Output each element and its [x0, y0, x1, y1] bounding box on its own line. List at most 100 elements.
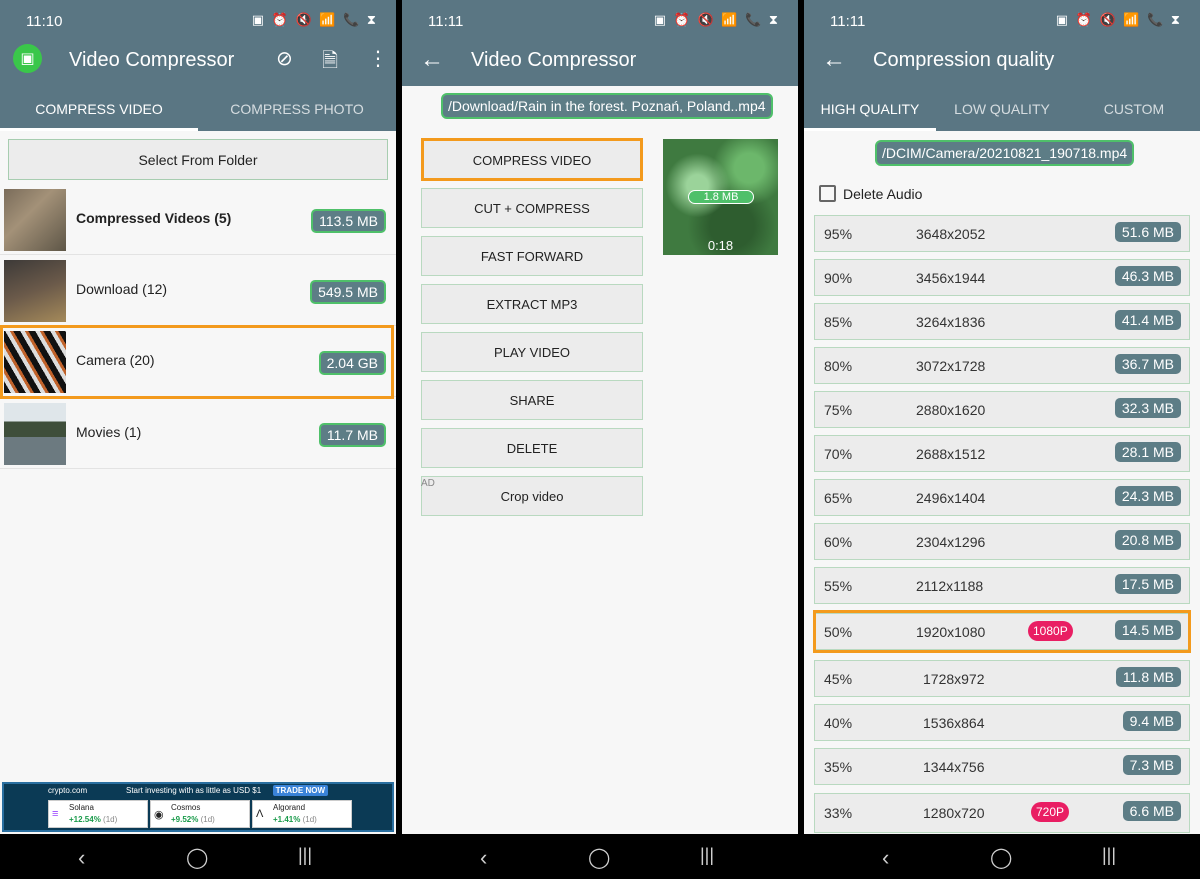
quality-resolution: 2496x1404 — [916, 490, 986, 506]
quality-row[interactable]: 85% 3264x1836 41.4 MB — [814, 303, 1190, 340]
share-button[interactable]: SHARE — [421, 380, 643, 420]
quality-resolution: 2880x1620 — [916, 402, 986, 418]
more-vert-icon[interactable]: ⋮ — [368, 46, 388, 71]
coin-name: Solana — [69, 803, 94, 812]
nav-recents-icon[interactable]: ||| — [298, 845, 312, 866]
status-bar: 11:11 ▣ ⏰ 🔇 📶 📞 ⧗ — [804, 0, 1200, 40]
status-icons: ▣ ⏰ 🔇 📶 📞 ⧗ — [1055, 12, 1182, 27]
quality-resolution: 2112x1188 — [916, 578, 984, 594]
quality-row[interactable]: 80% 3072x1728 36.7 MB — [814, 347, 1190, 384]
tab-bar: HIGH QUALITY LOW QUALITY CUSTOM — [804, 86, 1200, 131]
delete-button[interactable]: DELETE — [421, 428, 643, 468]
nav-back-icon[interactable]: ‹ — [882, 845, 889, 871]
quality-size-badge: 6.6 MB — [1122, 801, 1181, 821]
play-video-button[interactable]: PLAY VIDEO — [421, 332, 643, 372]
quality-row[interactable]: 70% 2688x1512 28.1 MB — [814, 435, 1190, 472]
folder-label: Download (12) — [76, 281, 168, 297]
quality-percent: 85% — [824, 314, 853, 330]
folder-size-badge: 113.5 MB — [311, 209, 386, 233]
tab-high-quality[interactable]: HIGH QUALITY — [804, 101, 936, 117]
algorand-icon: Λ — [256, 808, 264, 820]
quality-resolution: 3648x2052 — [916, 226, 986, 242]
nav-back-icon[interactable]: ‹ — [480, 845, 487, 871]
quality-percent: 60% — [824, 534, 853, 550]
ad-cta-button[interactable]: TRADE NOW — [272, 785, 328, 796]
nav-back-icon[interactable]: ‹ — [78, 845, 85, 871]
app-title: Video Compressor — [471, 49, 637, 71]
delete-audio-checkbox[interactable] — [819, 185, 836, 202]
quality-resolution: 3456x1944 — [916, 270, 986, 286]
quality-720p-badge: 720P — [1031, 802, 1070, 822]
quality-size-badge: 32.3 MB — [1114, 398, 1181, 418]
quality-size-badge: 9.4 MB — [1122, 711, 1181, 731]
folder-row-movies[interactable]: Movies (1) 11.7 MB — [0, 399, 396, 469]
screen-compress-video: 11:10 ▣ ⏰ 🔇 📶 📞 ⧗ ▣ Video Compressor ⊘ 🗎… — [0, 0, 396, 834]
crop-video-button[interactable]: Crop video — [421, 476, 643, 516]
quality-resolution: 3264x1836 — [916, 314, 986, 330]
select-folder-button[interactable]: Select From Folder — [8, 139, 388, 180]
cut-compress-button[interactable]: CUT + COMPRESS — [421, 188, 643, 228]
tab-low-quality[interactable]: LOW QUALITY — [936, 101, 1068, 117]
quality-row[interactable]: 60% 2304x1296 20.8 MB — [814, 523, 1190, 560]
quality-row[interactable]: 95% 3648x2052 51.6 MB — [814, 215, 1190, 252]
quality-size-badge: 24.3 MB — [1114, 486, 1181, 506]
quality-row[interactable]: 65% 2496x1404 24.3 MB — [814, 479, 1190, 516]
nav-home-icon[interactable]: ◯ — [588, 845, 610, 870]
quality-row[interactable]: 55% 2112x1188 17.5 MB — [814, 567, 1190, 604]
quality-row[interactable]: 45% 1728x972 11.8 MB — [814, 660, 1190, 697]
no-ads-icon[interactable]: ⊘ — [276, 46, 293, 71]
tab-indicator — [0, 128, 198, 131]
video-duration: 0:18 — [707, 238, 734, 253]
folder-label: Movies (1) — [76, 424, 142, 440]
nav-recents-icon[interactable]: ||| — [1102, 845, 1116, 866]
back-arrow-icon[interactable]: ← — [822, 46, 846, 74]
fast-forward-button[interactable]: FAST FORWARD — [421, 236, 643, 276]
ad-brand: crypto.com — [48, 786, 88, 795]
quality-resolution: 1728x972 — [923, 671, 985, 687]
app-bar: ← Video Compressor — [402, 40, 798, 86]
ad-tag: AD — [421, 478, 435, 489]
quality-percent: 33% — [824, 805, 853, 821]
quality-row[interactable]: 75% 2880x1620 32.3 MB — [814, 391, 1190, 428]
quality-percent: 35% — [824, 759, 853, 775]
quality-row[interactable]: 33% 1280x720 720P 6.6 MB — [814, 793, 1190, 833]
status-bar: 11:11 ▣ ⏰ 🔇 📶 📞 ⧗ — [402, 0, 798, 40]
quality-resolution: 1344x756 — [923, 759, 985, 775]
quality-percent: 80% — [824, 358, 853, 374]
ad-banner[interactable]: crypto.com Start investing with as littl… — [2, 782, 394, 832]
extract-mp3-button[interactable]: EXTRACT MP3 — [421, 284, 643, 324]
ad-headline: Start investing with as little as USD $1 — [126, 786, 262, 795]
delete-audio-label: Delete Audio — [843, 186, 923, 202]
folder-row-compressed[interactable]: Compressed Videos (5) 113.5 MB — [0, 185, 396, 255]
tab-custom[interactable]: CUSTOM — [1068, 101, 1200, 117]
nav-recents-icon[interactable]: ||| — [700, 845, 714, 866]
ad-coin-card: Λ Algorand +1.41% (1d) — [252, 800, 352, 828]
quality-size-badge: 36.7 MB — [1114, 354, 1181, 374]
ad-header: crypto.com Start investing with as littl… — [48, 785, 354, 796]
folder-row-download[interactable]: Download (12) 549.5 MB — [0, 256, 396, 326]
quality-row[interactable]: 90% 3456x1944 46.3 MB — [814, 259, 1190, 296]
app-bar: ← Compression quality — [804, 40, 1200, 86]
quality-row[interactable]: 35% 1344x756 7.3 MB — [814, 748, 1190, 785]
quality-size-badge: 28.1 MB — [1114, 442, 1181, 462]
coin-change: +12.54% (1d) — [69, 815, 118, 824]
photo-file-icon[interactable]: 🗎 — [322, 46, 338, 80]
nav-home-icon[interactable]: ◯ — [990, 845, 1012, 870]
back-arrow-icon[interactable]: ← — [420, 46, 444, 74]
video-preview[interactable]: 1.8 MB 0:18 — [663, 139, 778, 255]
coin-name: Cosmos — [171, 803, 201, 812]
quality-size-badge: 46.3 MB — [1114, 266, 1181, 286]
screens: 11:10 ▣ ⏰ 🔇 📶 📞 ⧗ ▣ Video Compressor ⊘ 🗎… — [0, 0, 1200, 834]
selection-highlight — [0, 325, 394, 399]
nav-home-icon[interactable]: ◯ — [186, 845, 208, 870]
app-bar: ▣ Video Compressor ⊘ 🗎 ⋮ — [0, 40, 396, 86]
quality-row[interactable]: 40% 1536x864 9.4 MB — [814, 704, 1190, 741]
status-bar: 11:10 ▣ ⏰ 🔇 📶 📞 ⧗ — [0, 0, 396, 40]
quality-percent: 75% — [824, 402, 853, 418]
tab-compress-video[interactable]: COMPRESS VIDEO — [0, 101, 198, 117]
solana-icon: ≡ — [52, 808, 59, 820]
tab-compress-photo[interactable]: COMPRESS PHOTO — [198, 101, 396, 117]
status-time: 11:11 — [830, 13, 866, 30]
screen-video-actions: 11:11 ▣ ⏰ 🔇 📶 📞 ⧗ ← Video Compressor /Do… — [402, 0, 798, 834]
quality-percent: 55% — [824, 578, 853, 594]
